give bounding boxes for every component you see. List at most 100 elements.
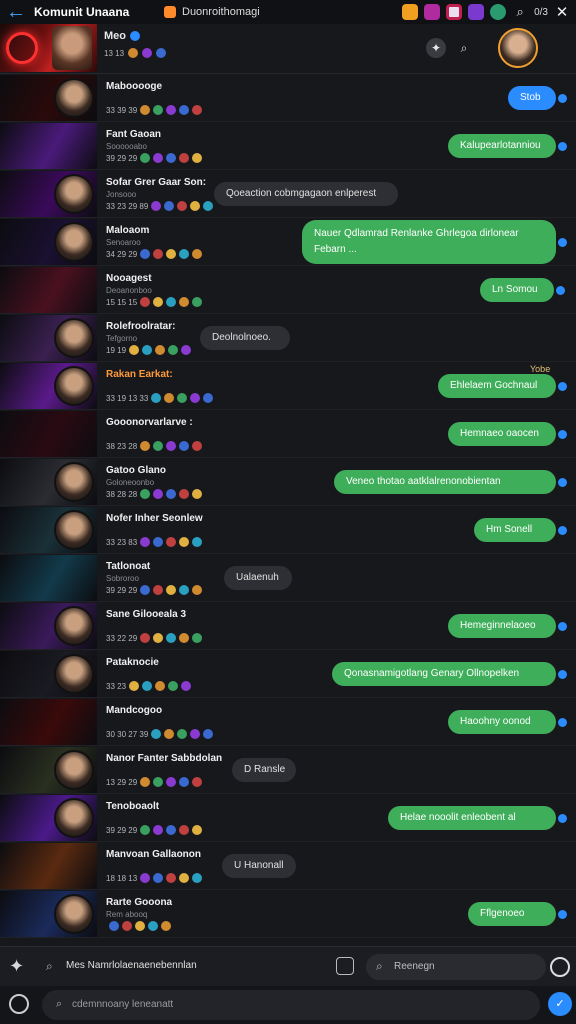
chat-row[interactable]: Manvoan Gallaonon 18 18 13 U Hanonall bbox=[0, 842, 576, 890]
message-bubble[interactable]: Ehlelaem Gochnaul bbox=[438, 374, 556, 398]
app-shortcut-4-icon[interactable] bbox=[468, 4, 485, 20]
message-bubble[interactable]: Nauer Qdlamrad Renlanke Ghrlegoa dirlone… bbox=[302, 220, 556, 264]
close-icon[interactable]: ✕ bbox=[554, 3, 570, 21]
badge-icon bbox=[203, 729, 214, 739]
emoji-icon[interactable] bbox=[9, 994, 29, 1014]
chat-row[interactable]: Rolefroolratar: Tefgorno 19 19 Deolnolnoeo. bbox=[0, 314, 576, 362]
badge-icon bbox=[140, 297, 151, 307]
user-avatar[interactable] bbox=[54, 318, 94, 358]
stats-text: 30 30 27 39 bbox=[106, 729, 149, 739]
user-stats bbox=[106, 921, 171, 931]
message-bubble[interactable]: Stob bbox=[508, 86, 556, 110]
header-avatar[interactable] bbox=[498, 28, 538, 68]
message-bubble[interactable]: Veneo thotao aatklalrenonobientan bbox=[334, 470, 556, 494]
user-name: Fant Gaoan bbox=[106, 129, 162, 140]
chat-row[interactable]: Gooonorvarlarve : 38 23 28 Hemnaeo oaocen bbox=[0, 410, 576, 458]
badge-icon bbox=[192, 537, 203, 547]
chat-row[interactable]: Tatlonoat Sobroroo 39 29 29 Ualaenuh bbox=[0, 554, 576, 602]
sparkle-icon[interactable]: ✦ bbox=[9, 956, 24, 977]
message-bubble[interactable]: Kalupearlotanniou bbox=[448, 134, 556, 158]
message-bubble[interactable]: Ln Somou bbox=[480, 278, 554, 302]
user-avatar[interactable] bbox=[54, 510, 94, 550]
user-avatar[interactable] bbox=[54, 606, 94, 646]
badge-icon bbox=[140, 633, 151, 643]
chat-row[interactable]: Rarte Gooona Rem abooq Fflgenoeo bbox=[0, 890, 576, 938]
chat-row[interactable]: Sofar Grer Gaar Son: Jonsooo 33 23 29 89 Qo… bbox=[0, 170, 576, 218]
user-avatar[interactable] bbox=[54, 894, 94, 934]
user-avatar[interactable] bbox=[54, 654, 94, 694]
back-arrow-icon[interactable]: ← bbox=[6, 2, 28, 22]
chat-row[interactable]: Tenoboaolt 39 29 29 Helae nooolit enleoben… bbox=[0, 794, 576, 842]
user-avatar[interactable] bbox=[54, 462, 94, 502]
message-bubble[interactable]: Deolnolnoeo. bbox=[200, 326, 290, 350]
badge-icon bbox=[179, 249, 190, 259]
badge-icon bbox=[179, 633, 190, 643]
search-user-icon[interactable]: ⌕ bbox=[454, 38, 474, 58]
send-icon[interactable]: ✓ bbox=[548, 992, 572, 1016]
chat-row[interactable]: Fant Gaoan Soooooabo 39 29 29 Kalupearlotan… bbox=[0, 122, 576, 170]
user-tag: Senoaroo bbox=[106, 238, 141, 247]
user-avatar[interactable] bbox=[54, 366, 94, 406]
user-avatar[interactable] bbox=[54, 750, 94, 790]
chat-row[interactable]: Nofer Inher Seonlew 33 23 83 Hm Sonell bbox=[0, 506, 576, 554]
message-bubble[interactable]: Qoeaction cobmgagaon enlperest bbox=[214, 182, 398, 206]
message-bubble[interactable]: Hm Sonell bbox=[474, 518, 556, 542]
badge-icon bbox=[166, 249, 177, 259]
chat-row[interactable]: Gatoo Glano Goloneoonbo 38 28 28 Veneo thot… bbox=[0, 458, 576, 506]
app-shortcut-1-icon[interactable] bbox=[402, 4, 419, 20]
pinned-user-header[interactable]: Meo 13 13 ✦ ⌕ bbox=[0, 24, 576, 74]
app-shortcut-2-icon[interactable] bbox=[424, 4, 441, 20]
badge-icon bbox=[151, 393, 162, 403]
game-thumbnail bbox=[0, 555, 97, 601]
message-bubble[interactable]: Ualaenuh bbox=[224, 566, 292, 590]
globe-icon[interactable] bbox=[550, 957, 570, 977]
app-shortcut-5-icon[interactable] bbox=[490, 4, 507, 20]
reply-note: Yobe bbox=[530, 364, 551, 374]
chat-row[interactable]: Mandcogoo 30 30 27 39 Haoohny oonod bbox=[0, 698, 576, 746]
message-bubble[interactable]: Qonasnamigotlang Genary Ollnopelken bbox=[332, 662, 556, 686]
message-bubble[interactable]: Hemeginnelaoeo bbox=[448, 614, 556, 638]
chat-row[interactable]: Pataknocie 33 23 Qonasnamigotlang Genary O… bbox=[0, 650, 576, 698]
search-icon[interactable]: ⌕ bbox=[512, 4, 528, 20]
read-receipt-icon bbox=[558, 718, 567, 727]
chat-row[interactable]: Nanor Fanter Sabbdolan 13 29 29 D Ransle bbox=[0, 746, 576, 794]
message-bubble[interactable]: D Ransle bbox=[232, 758, 296, 782]
stats-text: 13 29 29 bbox=[106, 777, 138, 787]
chat-row[interactable]: Nooagest Deoanonboo 15 15 15 Ln Somou bbox=[0, 266, 576, 314]
stats-text: 38 23 28 bbox=[106, 441, 138, 451]
attach-icon[interactable]: ⌕ bbox=[56, 998, 62, 1011]
badge-icon bbox=[192, 297, 203, 307]
message-bubble[interactable]: Hemnaeo oaocen bbox=[448, 422, 556, 446]
user-avatar[interactable] bbox=[54, 174, 94, 214]
user-tag: Rem abooq bbox=[106, 910, 148, 919]
message-bubble[interactable]: Helae nooolit enleobent al bbox=[388, 806, 556, 830]
message-input[interactable]: ⌕ cdemnnoany leneanatt bbox=[42, 990, 540, 1020]
chat-row[interactable]: Rakan Earkat: 33 19 13 33 Ehlelaem Gochnau… bbox=[0, 362, 576, 410]
message-bubble[interactable]: U Hanonall bbox=[222, 854, 296, 878]
user-avatar[interactable] bbox=[54, 222, 94, 262]
chat-row[interactable]: Sane Gilooeala 3 33 22 29 Hemeginnelaoeo bbox=[0, 602, 576, 650]
badge-icon bbox=[155, 345, 166, 355]
message-bubble[interactable]: Haoohny oonod bbox=[448, 710, 556, 734]
badge-icon bbox=[140, 105, 151, 115]
badge-icon bbox=[179, 297, 190, 307]
user-name: Nooagest bbox=[106, 273, 152, 284]
filter-icon[interactable] bbox=[336, 957, 354, 975]
user-avatar[interactable] bbox=[54, 78, 94, 118]
channel-name[interactable]: Duonroithomagi bbox=[182, 6, 332, 18]
badge-icon bbox=[148, 921, 158, 931]
stats-text: 33 22 29 bbox=[106, 633, 138, 643]
app-shortcut-3-icon[interactable] bbox=[446, 4, 463, 20]
read-receipt-icon bbox=[558, 142, 567, 151]
user-name: Tatlonoat bbox=[106, 561, 151, 572]
user-name: Mabooooge bbox=[106, 81, 163, 92]
read-receipt-icon bbox=[558, 430, 567, 439]
search-query[interactable]: Mes Namrlolaenaenebennlan bbox=[66, 960, 197, 971]
user-avatar[interactable] bbox=[54, 798, 94, 838]
search-field[interactable]: ⌕ Reenegn bbox=[366, 954, 546, 980]
settings-icon[interactable]: ✦ bbox=[426, 38, 446, 58]
chat-row[interactable]: Mabooooge 33 39 39 Stob bbox=[0, 74, 576, 122]
message-bubble[interactable]: Fflgenoeo bbox=[468, 902, 556, 926]
badge-icon bbox=[190, 393, 201, 403]
chat-row[interactable]: Maloaom Senoaroo 34 29 29 Nauer Qdlamrad Re… bbox=[0, 218, 576, 266]
